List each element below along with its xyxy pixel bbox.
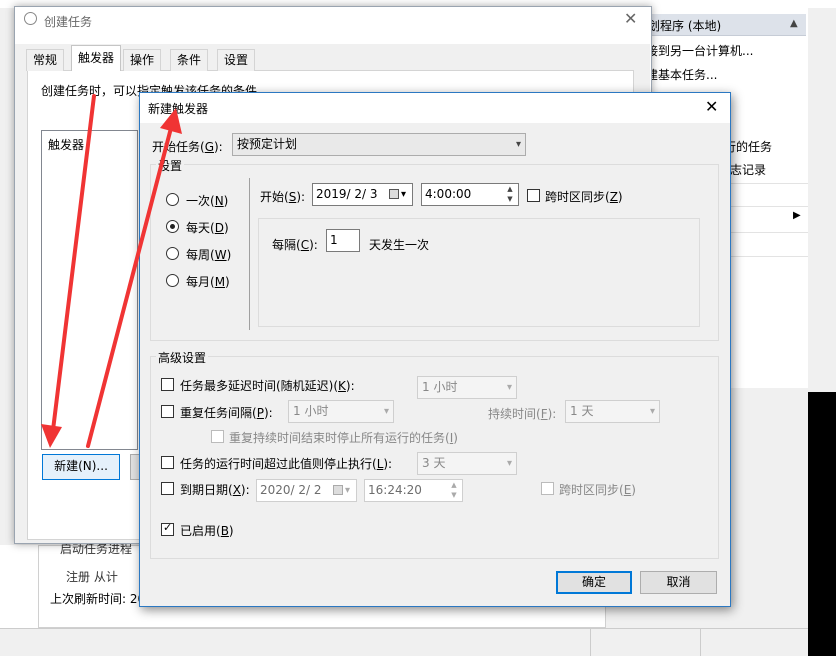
close-icon[interactable]: ✕: [624, 9, 637, 28]
repeat-label: 重复任务间隔(P):: [180, 406, 273, 420]
repeat-checkbox[interactable]: [161, 405, 174, 418]
recur-label: 每隔(C):: [272, 238, 318, 252]
action-history-log[interactable]: 志记录: [730, 161, 766, 178]
chevron-down-icon: ▾: [515, 139, 521, 150]
recur-suffix: 天发生一次: [369, 238, 430, 252]
create-task-title: 创建任务: [44, 15, 93, 29]
chevron-down-icon: ▾: [649, 406, 655, 417]
stop-all-label: 重复持续时间结束时停止所有运行的任务(I): [229, 431, 458, 445]
tab-settings[interactable]: 设置: [217, 49, 256, 71]
tab-conditions[interactable]: 条件: [170, 49, 209, 71]
last-refresh-status: 上次刷新时间: 20: [50, 592, 146, 606]
delay-checkbox[interactable]: [161, 378, 174, 391]
expire-sync-checkbox[interactable]: [541, 482, 554, 495]
status-divider: [700, 629, 701, 656]
chevron-down-icon[interactable]: ▾: [401, 184, 406, 205]
advanced-settings-label: 高级设置: [156, 349, 209, 366]
stop-longer-select[interactable]: 3 天 ▾: [417, 452, 517, 475]
trigger-list-header: 触发器: [48, 138, 85, 152]
action-running-tasks[interactable]: 行的任务: [724, 138, 772, 155]
tab-general[interactable]: 常规: [26, 49, 65, 71]
radio-daily-label: 每天(D): [186, 221, 229, 235]
new-trigger-title: 新建触发器: [148, 102, 209, 116]
ok-button[interactable]: 确定: [556, 571, 632, 594]
spin-up-icon[interactable]: ▲: [447, 480, 461, 490]
recurrence-panel: [258, 218, 700, 327]
expire-sync-label: 跨时区同步(E): [559, 483, 636, 497]
calendar-icon[interactable]: [333, 485, 343, 495]
chevron-down-icon: ▾: [506, 382, 512, 393]
calendar-icon[interactable]: [389, 189, 399, 199]
settings-group-label: 设置: [156, 157, 185, 174]
sync-timezone-label: 跨时区同步(Z): [545, 190, 623, 204]
expire-checkbox[interactable]: [161, 482, 174, 495]
spin-down-icon[interactable]: ▼: [447, 490, 461, 500]
time-spinner[interactable]: ▲ ▼: [447, 480, 461, 501]
radio-weekly-label: 每周(W): [186, 248, 232, 262]
begin-task-label: 开始任务(G):: [152, 140, 223, 154]
chevron-down-icon: ▾: [506, 458, 512, 469]
start-date-picker[interactable]: 2019/ 2/ 3 ▾: [312, 183, 413, 206]
task-list-row: 注册 从计: [66, 570, 118, 584]
radio-monthly[interactable]: [166, 274, 179, 287]
delay-select[interactable]: 1 小时 ▾: [417, 376, 517, 399]
chevron-down-icon: ▾: [383, 406, 389, 417]
new-trigger-titlebar: [140, 93, 730, 123]
desktop-background: [808, 392, 836, 656]
delay-label: 任务最多延迟时间(随机延迟)(K):: [180, 379, 355, 393]
expire-time-input[interactable]: 16:24:20 ▲ ▼: [364, 479, 463, 502]
new-trigger-button[interactable]: 新建(N)...: [42, 454, 120, 480]
status-divider: [590, 629, 591, 656]
cancel-button[interactable]: 取消: [640, 571, 717, 594]
duration-select[interactable]: 1 天 ▾: [565, 400, 660, 423]
expire-label: 到期日期(X):: [180, 483, 250, 497]
duration-label: 持续时间(F):: [488, 407, 557, 421]
collapse-up-icon[interactable]: ▲: [790, 18, 798, 29]
submenu-arrow-icon[interactable]: ▶: [793, 210, 801, 221]
enabled-label: 已启用(B): [180, 524, 234, 538]
radio-once-label: 一次(N): [186, 194, 229, 208]
spin-up-icon[interactable]: ▲: [503, 184, 517, 194]
radio-weekly[interactable]: [166, 247, 179, 260]
status-bar: [0, 628, 808, 656]
settings-divider: [249, 178, 250, 330]
spin-down-icon[interactable]: ▼: [503, 194, 517, 204]
start-label: 开始(S):: [260, 190, 306, 204]
enabled-checkbox[interactable]: [161, 521, 174, 536]
close-icon[interactable]: ✕: [705, 97, 718, 116]
recur-days-input[interactable]: 1: [326, 229, 360, 252]
tab-actions[interactable]: 操作: [123, 49, 162, 71]
begin-task-select[interactable]: 按预定计划 ▾: [232, 133, 526, 156]
expire-date-picker[interactable]: 2020/ 2/ 2 ▾: [256, 479, 357, 502]
stop-all-checkbox[interactable]: [211, 430, 224, 443]
time-spinner[interactable]: ▲ ▼: [503, 184, 517, 205]
repeat-interval-select[interactable]: 1 小时 ▾: [288, 400, 394, 423]
radio-once[interactable]: [166, 193, 179, 206]
chevron-down-icon[interactable]: ▾: [345, 480, 350, 501]
tab-triggers[interactable]: 触发器: [71, 45, 122, 71]
radio-monthly-label: 每月(M): [186, 275, 230, 289]
clock-icon: [24, 12, 37, 25]
stop-longer-label: 任务的运行时间超过此值则停止执行(L):: [180, 457, 393, 471]
trigger-list[interactable]: [41, 130, 138, 450]
stop-longer-checkbox[interactable]: [161, 456, 174, 469]
sync-timezone-checkbox[interactable]: [527, 189, 540, 202]
left-navigation-strip: [0, 545, 38, 628]
start-time-input[interactable]: 4:00:00 ▲ ▼: [421, 183, 519, 206]
radio-daily[interactable]: [166, 220, 179, 233]
